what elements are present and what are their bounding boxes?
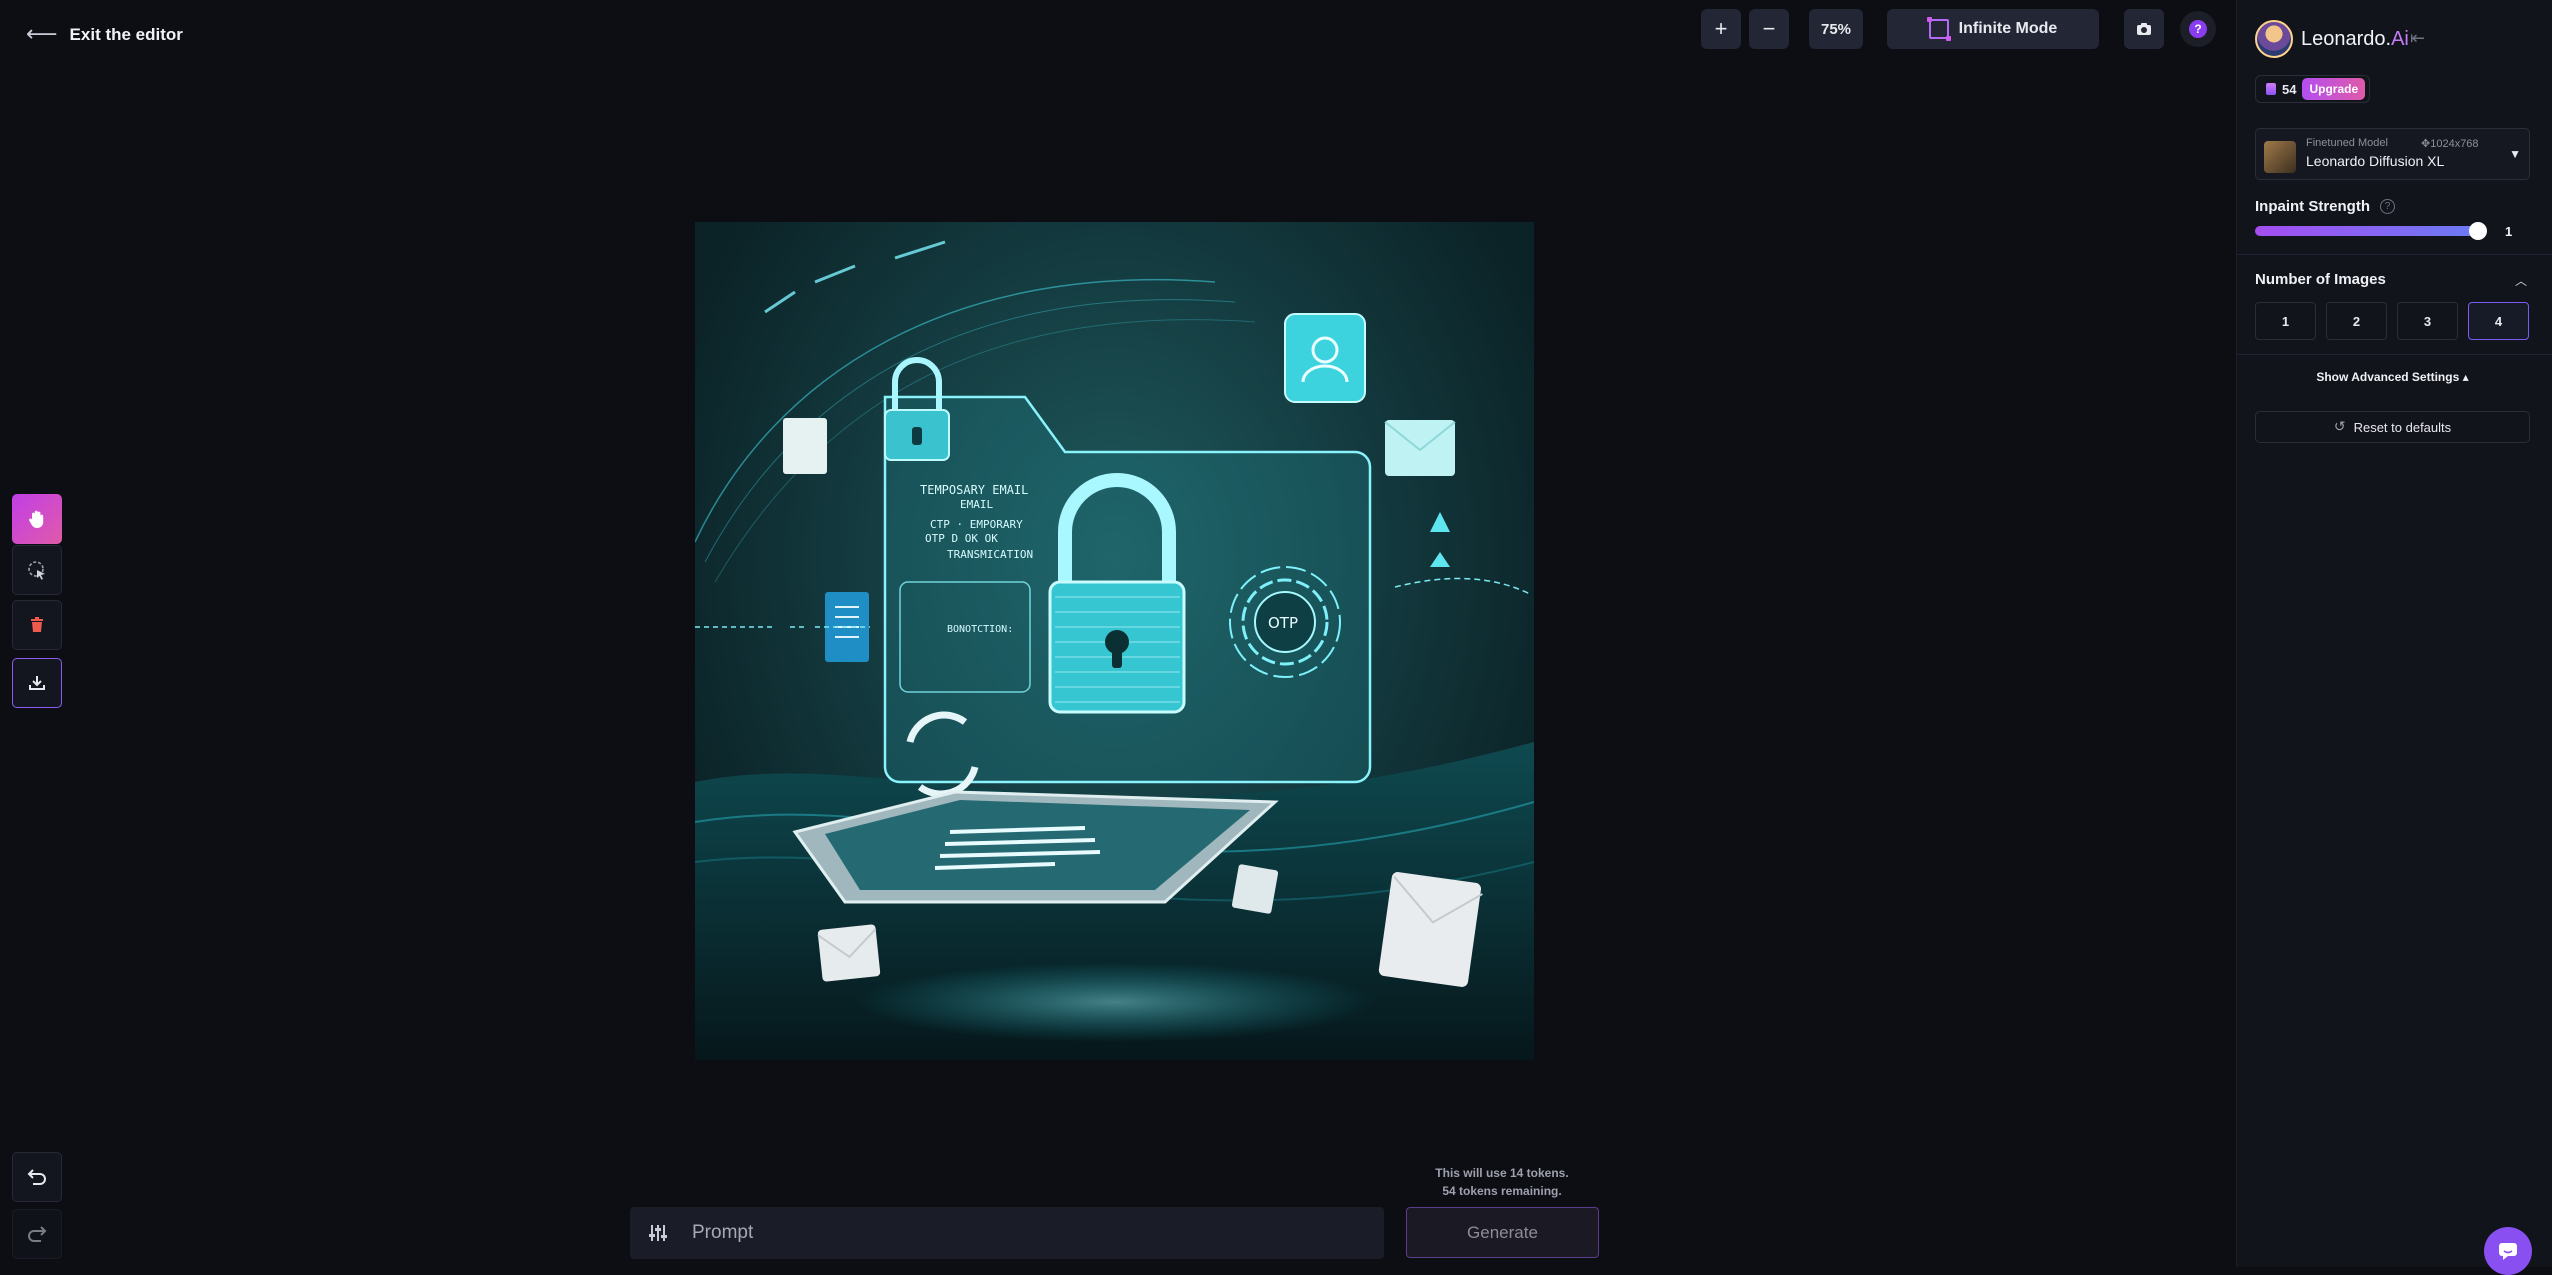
- erase-tool-button[interactable]: [12, 545, 62, 595]
- reset-icon: ↺: [2333, 419, 2346, 435]
- zoom-level[interactable]: 75%: [1809, 9, 1863, 49]
- num-images-option-3[interactable]: 3: [2397, 302, 2458, 340]
- help-icon: ?: [2189, 20, 2207, 38]
- screenshot-button[interactable]: [2124, 9, 2164, 49]
- folder-text-5: TRANSMICATION: [947, 548, 1033, 561]
- back-arrow-icon: ⟵: [26, 22, 58, 47]
- caret-up-icon: ▴: [2462, 370, 2469, 384]
- eraser-icon: [28, 561, 45, 580]
- frame-icon: [1926, 17, 1951, 41]
- pan-tool-button[interactable]: [12, 494, 62, 544]
- inpaint-strength-title: Inpaint Strength ?: [2255, 198, 2395, 215]
- divider: [2236, 354, 2552, 355]
- collapse-sidebar-icon[interactable]: ⇤: [2410, 28, 2425, 49]
- generated-image[interactable]: TEMPOSARY EMAIL EMAIL CTP · EMPORARY OTP…: [695, 222, 1534, 1060]
- redo-icon: [28, 1226, 47, 1242]
- num-images-option-4[interactable]: 4: [2468, 302, 2529, 340]
- folder-text-3: CTP · EMPORARY: [930, 518, 1023, 531]
- inpaint-strength-label: Inpaint Strength: [2255, 198, 2370, 215]
- upgrade-button[interactable]: Upgrade: [2302, 78, 2366, 100]
- model-dimensions: ✥1024x768: [2421, 138, 2479, 150]
- model-selector[interactable]: Finetuned Model ✥1024x768 Leonardo Diffu…: [2255, 128, 2530, 180]
- folder-text-2: EMAIL: [960, 498, 993, 511]
- brand-ai-text: Ai: [2391, 27, 2409, 50]
- brand-name: Leonardo.Ai: [2301, 28, 2409, 51]
- exit-editor-button[interactable]: ⟵ Exit the editor: [26, 22, 183, 47]
- inpaint-strength-slider[interactable]: [2255, 222, 2487, 240]
- folder-text-1: TEMPOSARY EMAIL: [920, 483, 1028, 497]
- caret-down-icon: ▼: [2509, 147, 2521, 161]
- token-balance: 54 Upgrade: [2255, 75, 2371, 103]
- settings-sidebar: [2236, 0, 2552, 1267]
- security-illustration: TEMPOSARY EMAIL EMAIL CTP · EMPORARY OTP…: [695, 240, 1534, 1060]
- trash-icon: [31, 617, 43, 632]
- reset-to-defaults-button[interactable]: ↺ Reset to defaults: [2255, 411, 2530, 443]
- download-icon: [29, 676, 45, 690]
- undo-icon: [27, 1169, 46, 1185]
- reset-label: Reset to defaults: [2353, 419, 2452, 435]
- prompt-bar: [630, 1207, 1384, 1259]
- token-usage-info: This will use 14 tokens. 54 tokens remai…: [1406, 1164, 1598, 1200]
- brand: Leonardo.Ai: [2255, 20, 2409, 58]
- token-usage-line: This will use 14 tokens.: [1435, 1166, 1569, 1180]
- sliders-icon[interactable]: [648, 1223, 668, 1243]
- info-icon[interactable]: ?: [2380, 199, 2395, 214]
- generate-button[interactable]: Generate: [1406, 1207, 1599, 1258]
- otp-label: OTP: [1268, 614, 1298, 632]
- undo-button[interactable]: [12, 1152, 62, 1202]
- number-of-images-title: Number of Images: [2255, 271, 2386, 288]
- model-dims-value: 1024x768: [2430, 138, 2479, 150]
- chat-icon: [2499, 1243, 2517, 1260]
- help-button[interactable]: ?: [2180, 11, 2216, 47]
- redo-button[interactable]: [12, 1209, 62, 1259]
- model-name: Leonardo Diffusion XL: [2306, 153, 2445, 169]
- model-thumbnail: [2264, 141, 2296, 173]
- folder-text-6: BONOTCTION:: [947, 624, 1013, 635]
- token-icon: [2266, 83, 2276, 95]
- zoom-in-button[interactable]: +: [1701, 9, 1741, 49]
- prompt-input[interactable]: [692, 1222, 1292, 1244]
- support-chat-button[interactable]: [2484, 1227, 2532, 1275]
- chevron-up-icon[interactable]: ︿: [2515, 272, 2527, 289]
- brand-name-text: Leonardo.: [2301, 27, 2392, 50]
- tokens-remaining-line: 54 tokens remaining.: [1442, 1184, 1562, 1198]
- model-kind: Finetuned Model: [2306, 137, 2388, 149]
- infinite-mode-button[interactable]: Infinite Mode: [1887, 9, 2099, 49]
- divider: [2236, 254, 2552, 255]
- camera-icon: [2137, 23, 2151, 35]
- exit-editor-label: Exit the editor: [69, 24, 183, 44]
- delete-button[interactable]: [12, 600, 62, 650]
- hand-icon: [29, 510, 44, 528]
- leonardo-logo: [2255, 20, 2293, 58]
- num-images-option-2[interactable]: 2: [2326, 302, 2387, 340]
- show-advanced-settings-button[interactable]: Show Advanced Settings ▴: [2255, 370, 2530, 384]
- num-images-option-1[interactable]: 1: [2255, 302, 2316, 340]
- zoom-out-button[interactable]: −: [1749, 9, 1789, 49]
- infinite-mode-label: Infinite Mode: [1958, 20, 2058, 37]
- advanced-settings-label: Show Advanced Settings: [2316, 370, 2460, 384]
- folder-text-4: OTP D OK OK: [925, 532, 998, 545]
- slider-knob[interactable]: [2469, 222, 2487, 240]
- token-count: 54: [2282, 81, 2297, 97]
- download-button[interactable]: [12, 658, 62, 708]
- inpaint-strength-value: 1: [2505, 224, 2513, 239]
